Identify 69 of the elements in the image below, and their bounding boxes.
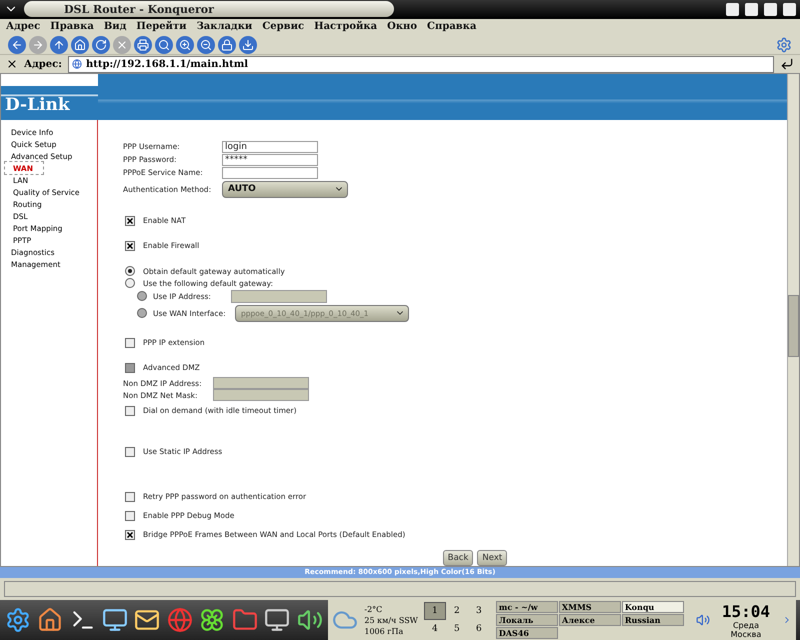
volume-icon[interactable] [696,613,710,628]
input-field[interactable] [213,389,309,402]
checkbox[interactable] [125,240,135,251]
menu-item[interactable]: Справка [427,20,476,34]
task-button[interactable]: XMMS [558,601,621,614]
checkbox[interactable] [125,216,135,226]
window-title: DSL Router - Konqueror [24,1,394,18]
reload-icon[interactable] [92,36,110,54]
weather-text: 25 км/ч SSW [364,614,418,626]
print-icon[interactable] [134,36,152,54]
task-button[interactable]: DAS46 [496,627,558,640]
task-button[interactable]: mc - ~/w [496,601,558,614]
clock-time: 15:04 [722,602,770,621]
checkbox[interactable] [125,492,135,502]
desktop-button[interactable]: 5 [446,620,468,638]
up-icon[interactable] [50,36,68,54]
method-select[interactable]: AUTO [222,180,348,198]
task-button[interactable]: Локаль [496,614,558,626]
go-icon[interactable] [780,57,794,72]
clear-icon[interactable] [6,58,18,70]
search-icon[interactable] [155,36,173,54]
desktop-button[interactable]: 1 [424,602,446,620]
menu-item[interactable]: Перейти [136,20,187,34]
menu-item[interactable]: Сервис [262,20,304,34]
help-button[interactable] [726,2,739,16]
checkbox[interactable] [125,530,135,540]
input-field[interactable] [222,166,318,179]
nav-button[interactable]: Next [477,550,508,566]
menu-item[interactable]: Адрес [6,20,40,34]
checkbox[interactable] [125,338,135,348]
desktop-button[interactable]: 4 [424,620,446,638]
input-field[interactable] [213,377,309,390]
task-button[interactable]: Russian [622,614,684,626]
desktop-button[interactable]: 3 [468,602,490,620]
task-button[interactable]: Алексе [558,614,621,626]
scrollbar-thumb[interactable] [788,295,799,358]
input-field[interactable]: ***** [222,154,318,166]
zoom-out-icon[interactable] [197,36,215,54]
clock-place: Москва [730,630,762,639]
radio-button[interactable] [125,278,135,288]
weather-text: -2°C [364,604,384,615]
nav-button[interactable]: Back [442,550,474,566]
input-field[interactable]: login [222,140,318,153]
home-icon[interactable] [71,36,89,54]
close-button[interactable] [783,2,796,16]
address-label: Адрес: [24,58,62,70]
weather-text: 1006 гПа [364,626,404,637]
page-icon [72,59,82,70]
menu-item[interactable]: Правка [50,20,94,34]
menu-item[interactable]: Настройка [314,20,378,34]
address-field[interactable]: http://192.168.1.1/main.html [68,56,774,73]
checkbox[interactable] [125,446,135,457]
minimize-button[interactable] [745,2,758,16]
checkbox[interactable] [125,406,135,416]
back-icon[interactable] [8,36,26,54]
menu-item[interactable]: Окно [387,20,418,34]
radio-button[interactable] [125,266,135,276]
menu-item[interactable]: Закладки [196,20,252,34]
zoom-in-icon[interactable] [176,36,194,54]
desktop-button[interactable]: 6 [468,620,490,638]
clock-day: Среда [732,620,759,630]
logo: D-Link [1,86,98,120]
menu-item[interactable]: Вид [104,20,126,34]
task-button[interactable]: Konqu [622,601,684,614]
lock-icon[interactable] [218,36,236,54]
download-icon[interactable] [239,36,257,54]
checkbox[interactable] [125,510,135,521]
maximize-button[interactable] [764,2,777,16]
desktop-button[interactable]: 2 [446,602,468,620]
